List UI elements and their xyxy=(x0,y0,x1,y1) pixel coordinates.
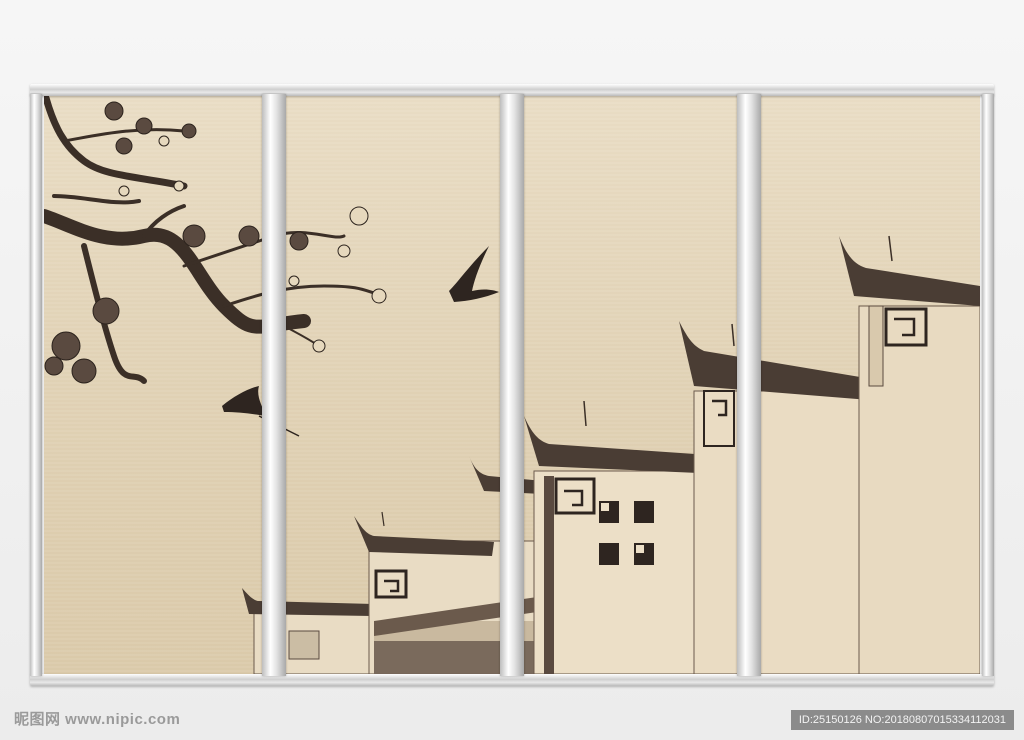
frame-divider-2 xyxy=(500,94,524,676)
sliding-door-frame xyxy=(30,84,994,686)
frame-left-post xyxy=(30,94,42,676)
site-watermark: 昵图网 www.nipic.com xyxy=(14,711,181,728)
frame-right-post xyxy=(982,94,994,676)
image-id-label: ID:25150126 NO:20180807015334112031 xyxy=(790,710,1014,730)
frame-divider-3 xyxy=(737,94,761,676)
frame-divider-1 xyxy=(262,94,286,676)
